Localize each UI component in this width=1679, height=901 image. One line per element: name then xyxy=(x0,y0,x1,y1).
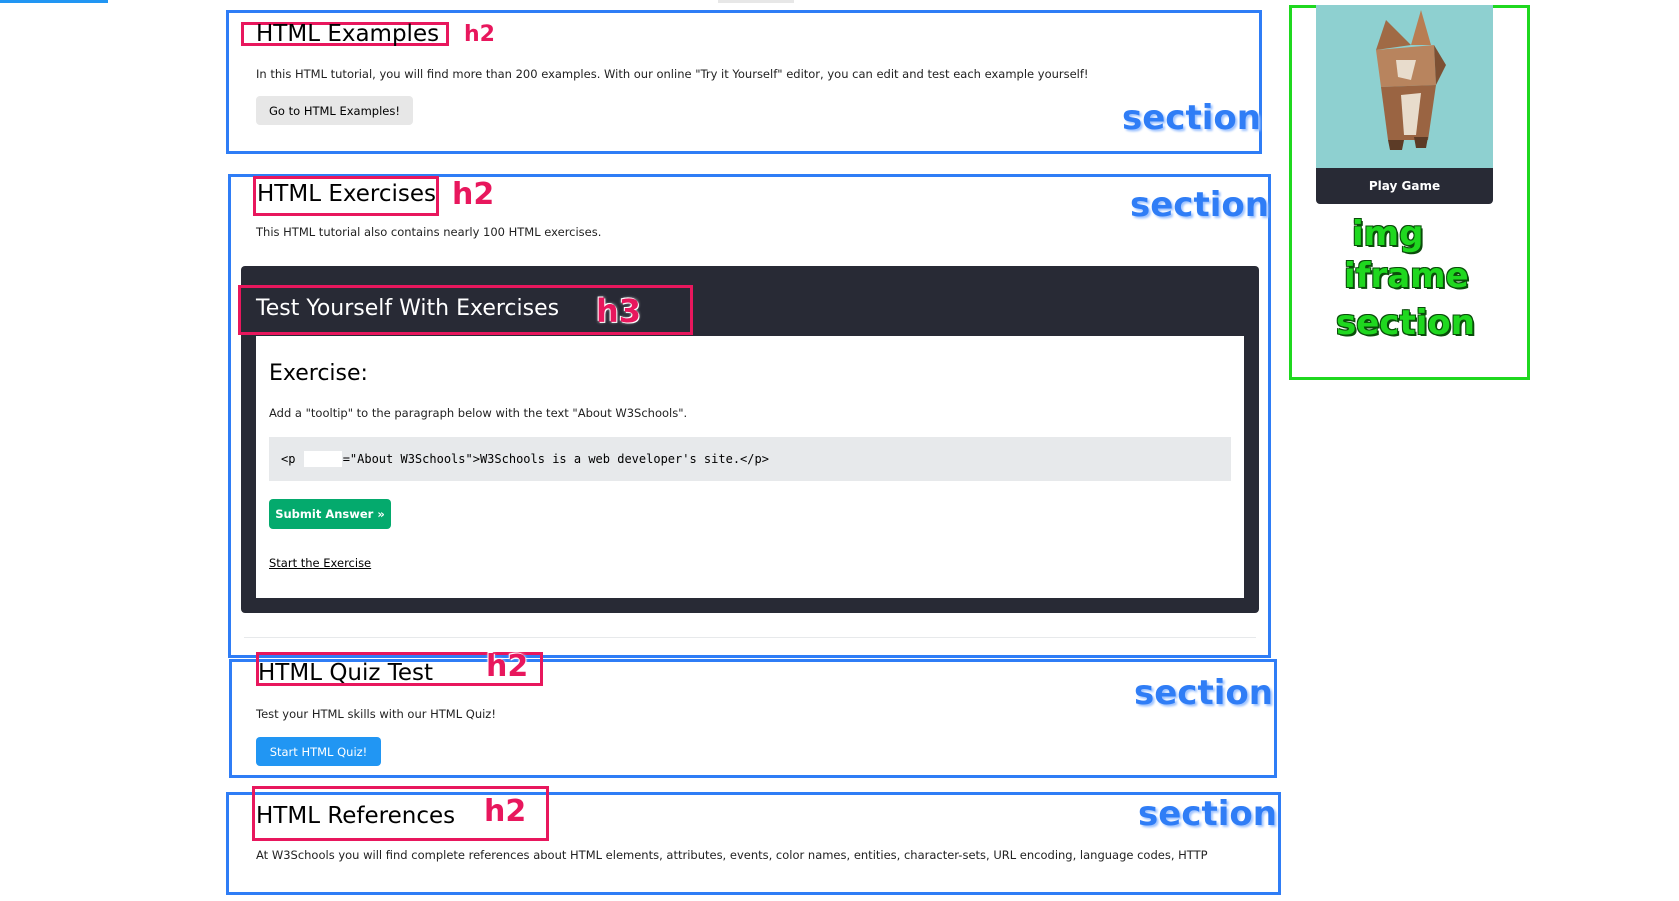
low-poly-fox-icon xyxy=(1376,10,1446,150)
quiz-text: Test your HTML skills with our HTML Quiz… xyxy=(256,707,496,721)
examples-heading: HTML Examples xyxy=(256,21,440,47)
exercise-instruction: Add a "tooltip" to the paragraph below w… xyxy=(269,406,688,420)
section-annotation-label: section xyxy=(1122,98,1261,138)
h3-annotation-label: h3 xyxy=(596,292,642,330)
h2-annotation-label: h2 xyxy=(464,22,495,47)
start-exercise-link[interactable]: Start the Exercise xyxy=(269,557,371,570)
h2-annotation-label: h2 xyxy=(484,794,527,829)
iframe-annotation-label: iframe xyxy=(1344,256,1469,296)
references-heading: HTML References xyxy=(256,803,456,829)
section-annotation-label: section xyxy=(1138,794,1277,834)
examples-text: In this HTML tutorial, you will find mor… xyxy=(256,67,1089,81)
play-game-button[interactable]: Play Game xyxy=(1316,168,1493,204)
code-suffix: ="About W3Schools">W3Schools is a web de… xyxy=(342,452,769,466)
code-prefix: <p xyxy=(281,452,303,466)
exercise-title: Exercise: xyxy=(269,361,368,386)
h2-annotation-label: h2 xyxy=(486,649,529,684)
go-to-examples-button[interactable]: Go to HTML Examples! xyxy=(256,96,413,125)
section-annotation-label-green: section xyxy=(1336,303,1475,343)
game-image[interactable] xyxy=(1316,5,1493,168)
answer-input[interactable] xyxy=(303,451,342,467)
img-annotation-label: img xyxy=(1352,214,1424,254)
quiz-heading: HTML Quiz Test xyxy=(258,660,434,686)
section-annotation-label: section xyxy=(1130,185,1269,225)
exercise-code-block: <p ="About W3Schools">W3Schools is a web… xyxy=(269,437,1231,481)
exercises-heading: HTML Exercises xyxy=(257,181,437,207)
start-quiz-button[interactable]: Start HTML Quiz! xyxy=(256,737,381,766)
references-text: At W3Schools you will find complete refe… xyxy=(256,848,1208,862)
divider xyxy=(244,637,1256,638)
top-accent-bar xyxy=(0,0,108,3)
top-gray-strip xyxy=(718,0,794,3)
h2-annotation-label: h2 xyxy=(452,177,495,212)
section-annotation-label: section xyxy=(1134,673,1273,713)
exercises-text: This HTML tutorial also contains nearly … xyxy=(256,225,602,239)
submit-answer-button[interactable]: Submit Answer » xyxy=(269,499,391,529)
